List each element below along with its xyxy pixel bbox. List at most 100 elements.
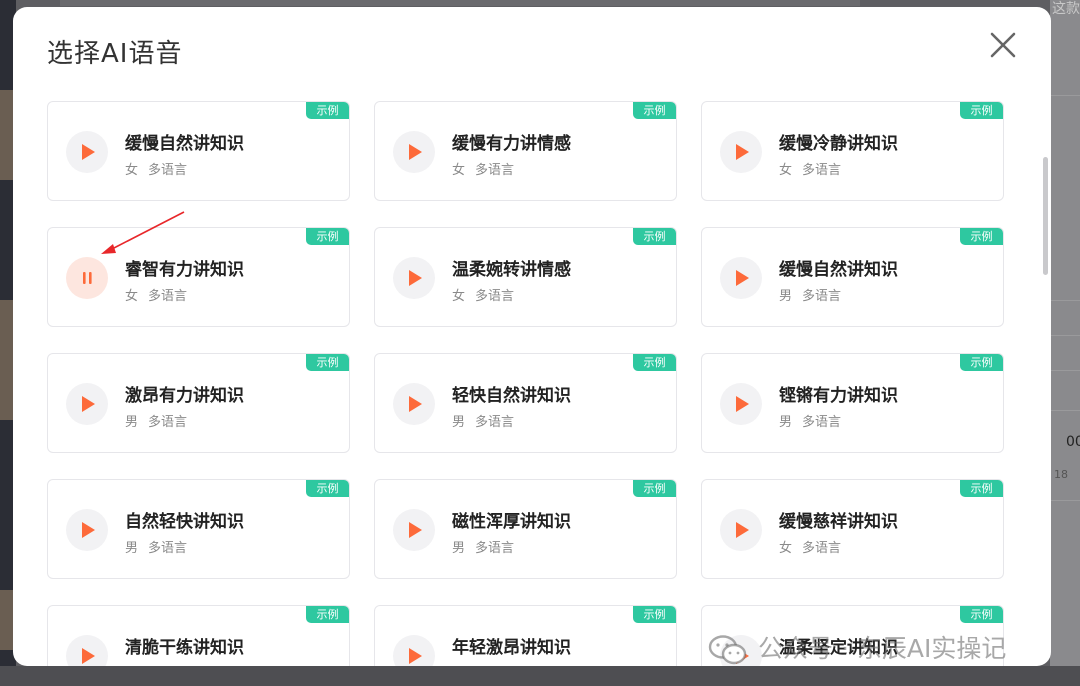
play-button[interactable]	[720, 509, 762, 551]
voice-card[interactable]: 示例 缓慢有力讲情感女多语言	[374, 101, 677, 201]
voice-card[interactable]: 示例温柔坚定讲知识女多语言	[701, 605, 1004, 666]
play-button[interactable]	[66, 131, 108, 173]
sample-badge: 示例	[960, 354, 1003, 371]
sample-badge: 示例	[306, 354, 349, 371]
voice-meta: 女多语言	[452, 159, 514, 178]
voice-language: 多语言	[148, 163, 188, 178]
voice-language: 多语言	[148, 415, 188, 430]
voice-meta: 男多语言	[779, 285, 841, 304]
sample-badge: 示例	[960, 228, 1003, 245]
sample-badge: 示例	[633, 480, 676, 497]
voice-name: 缓慢冷静讲知识	[779, 134, 898, 154]
play-icon	[409, 648, 422, 664]
voice-gender: 男	[452, 415, 466, 430]
voice-meta: 女多语言	[125, 285, 187, 304]
play-icon	[409, 396, 422, 412]
play-button[interactable]	[393, 635, 435, 666]
voice-meta: 女多语言	[779, 663, 841, 666]
play-icon	[736, 648, 749, 664]
play-button[interactable]	[720, 383, 762, 425]
voice-card[interactable]: 示例 缓慢自然讲知识男多语言	[701, 227, 1004, 327]
sample-badge: 示例	[960, 606, 1003, 623]
voice-language: 多语言	[475, 415, 515, 430]
voice-card[interactable]: 示例 睿智有力讲知识女多语言	[47, 227, 350, 327]
sample-badge: 示例	[306, 228, 349, 245]
play-button[interactable]	[393, 383, 435, 425]
pause-button[interactable]	[66, 257, 108, 299]
voice-meta: 男多语言	[125, 537, 187, 556]
voice-gender: 男	[779, 415, 793, 430]
play-button[interactable]	[393, 509, 435, 551]
play-icon	[409, 144, 422, 160]
voice-meta: 女多语言	[452, 663, 514, 666]
voice-card[interactable]: 示例缓慢冷静讲知识女多语言	[701, 101, 1004, 201]
voice-gender: 男	[779, 289, 793, 304]
play-icon	[736, 270, 749, 286]
voice-gender: 女	[125, 289, 139, 304]
voice-card[interactable]: 示例 轻快自然讲知识男多语言	[374, 353, 677, 453]
voice-select-dialog: 选择AI语音 示例 缓慢自然讲知识女多语言 示例 缓慢有力讲情感女多语言 示例 缓慢冷静讲…	[13, 7, 1051, 666]
voice-card[interactable]: 示例缓慢自然讲知识女多语言	[47, 101, 350, 201]
voice-meta: 男多语言	[779, 411, 841, 430]
voice-card[interactable]: 示例 缓慢慈祥讲知识女多语言	[701, 479, 1004, 579]
voice-name: 缓慢自然讲知识	[125, 134, 244, 154]
voice-gender: 男	[125, 541, 139, 556]
background-bottom-bar	[0, 666, 1080, 686]
voice-name: 自然轻快讲知识	[125, 512, 244, 532]
sample-badge: 示例	[306, 102, 349, 119]
voice-meta: 女多语言	[125, 663, 187, 666]
sample-badge: 示例	[960, 480, 1003, 497]
voice-gender: 女	[125, 163, 139, 178]
voice-card[interactable]: 示例年轻激昂讲知识女多语言	[374, 605, 677, 666]
background-text-top: 这款译序列采同期，包罗 沙吧，智	[1052, 1, 1080, 17]
voice-language: 多语言	[802, 415, 842, 430]
sample-badge: 示例	[960, 102, 1003, 119]
pause-icon	[83, 272, 92, 284]
voice-list[interactable]: 示例 缓慢自然讲知识女多语言 示例 缓慢有力讲情感女多语言 示例 缓慢冷静讲知识女多语言示…	[47, 101, 1012, 666]
play-button[interactable]	[66, 635, 108, 666]
play-button[interactable]	[66, 383, 108, 425]
voice-name: 轻快自然讲知识	[452, 386, 571, 406]
voice-name: 铿锵有力讲知识	[779, 386, 898, 406]
play-icon	[82, 396, 95, 412]
play-button[interactable]	[393, 131, 435, 173]
play-icon	[409, 270, 422, 286]
voice-name: 磁性浑厚讲知识	[452, 512, 571, 532]
background-topbar	[60, 0, 860, 6]
voice-gender: 女	[452, 163, 466, 178]
voice-meta: 女多语言	[452, 285, 514, 304]
play-icon	[82, 648, 95, 664]
play-button[interactable]	[720, 635, 762, 666]
voice-card[interactable]: 示例 自然轻快讲知识男多语言	[47, 479, 350, 579]
scrollbar-thumb[interactable]	[1043, 157, 1048, 275]
play-icon	[736, 396, 749, 412]
voice-name: 温柔坚定讲知识	[779, 638, 898, 658]
voice-name: 年轻激昂讲知识	[452, 638, 571, 658]
voice-gender: 女	[779, 541, 793, 556]
voice-gender: 男	[452, 541, 466, 556]
voice-meta: 女多语言	[779, 159, 841, 178]
voice-card[interactable]: 示例 激昂有力讲知识男多语言	[47, 353, 350, 453]
voice-language: 多语言	[802, 541, 842, 556]
voice-card[interactable]: 示例 铿锵有力讲知识男多语言	[701, 353, 1004, 453]
voice-language: 多语言	[802, 289, 842, 304]
close-icon	[990, 32, 1016, 58]
play-button[interactable]	[66, 509, 108, 551]
voice-meta: 男多语言	[452, 411, 514, 430]
voice-card[interactable]: 示例磁性浑厚讲知识男多语言	[374, 479, 677, 579]
voice-language: 多语言	[148, 541, 188, 556]
voice-language: 多语言	[475, 163, 515, 178]
play-button[interactable]	[720, 131, 762, 173]
voice-language: 多语言	[148, 289, 188, 304]
background-small-number: 18	[1054, 468, 1068, 481]
voice-name: 缓慢自然讲知识	[779, 260, 898, 280]
voice-card[interactable]: 示例清脆干练讲知识女多语言	[47, 605, 350, 666]
voice-meta: 男多语言	[452, 537, 514, 556]
sample-badge: 示例	[633, 606, 676, 623]
play-button[interactable]	[393, 257, 435, 299]
voice-name: 睿智有力讲知识	[125, 260, 244, 280]
voice-name: 激昂有力讲知识	[125, 386, 244, 406]
close-button[interactable]	[985, 27, 1021, 63]
play-button[interactable]	[720, 257, 762, 299]
voice-card[interactable]: 示例 温柔婉转讲情感女多语言	[374, 227, 677, 327]
